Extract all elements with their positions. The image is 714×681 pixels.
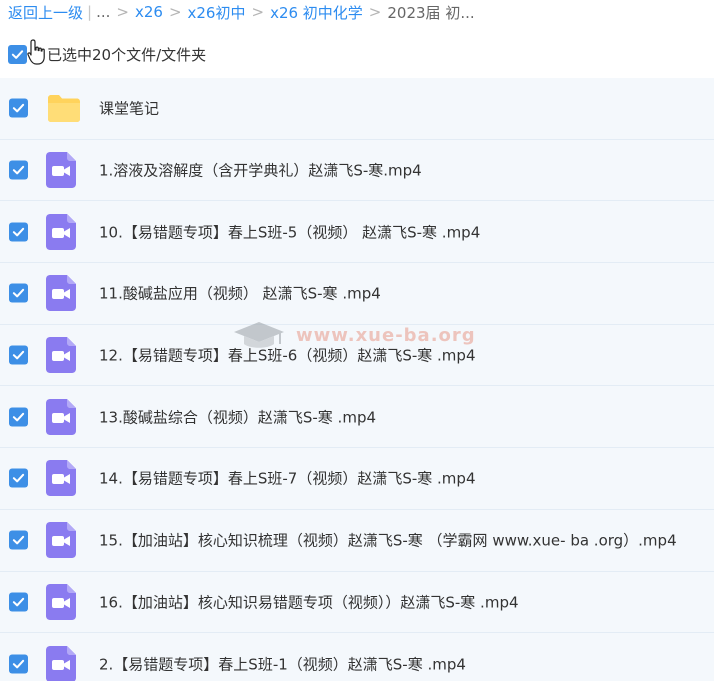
check-icon xyxy=(12,289,25,298)
file-name[interactable]: 15.【加油站】核心知识梳理（视频）赵潇飞S-寒 （学霸网 www.xue- b… xyxy=(99,530,677,551)
check-icon xyxy=(12,597,25,607)
file-row[interactable]: 13.酸碱盐综合（视频）赵潇飞S-寒 .mp4 xyxy=(0,386,714,449)
breadcrumb-item-x26[interactable]: x26 xyxy=(135,3,163,21)
file-row[interactable]: 11.酸碱盐应用（视频） 赵潇飞S-寒 .mp4 xyxy=(0,263,714,325)
file-row[interactable]: 10.【易错题专项】春上S班-5（视频） 赵潇飞S-寒 .mp4 xyxy=(0,201,714,264)
check-icon xyxy=(12,165,25,175)
file-checkbox[interactable] xyxy=(9,468,28,488)
file-name[interactable]: 16.【加油站】核心知识易错题专项（视频））赵潇飞S-寒 .mp4 xyxy=(99,591,519,612)
check-icon xyxy=(12,659,25,668)
file-name[interactable]: 1.溶液及溶解度（含开学典礼）赵潇飞S-寒.mp4 xyxy=(99,160,422,181)
check-icon xyxy=(12,227,25,237)
file-checkbox[interactable] xyxy=(9,222,28,242)
file-row[interactable]: 15.【加油站】核心知识梳理（视频）赵潇飞S-寒 （学霸网 www.xue- b… xyxy=(0,509,714,572)
file-row[interactable]: 2.【易错题专项】春上S班-1（视频）赵潇飞S-寒 .mp4 xyxy=(0,633,714,681)
breadcrumb: 返回上一级 | ... > x26 > x26初中 > x26 初中化学 > 2… xyxy=(8,0,475,24)
file-row[interactable]: 课堂笔记 xyxy=(0,78,714,140)
breadcrumb-separator: > xyxy=(168,3,182,21)
check-icon xyxy=(12,350,25,360)
file-checkbox[interactable] xyxy=(9,283,28,303)
hand-cursor-icon xyxy=(27,39,45,65)
file-checkbox[interactable] xyxy=(9,160,28,180)
file-checkbox[interactable] xyxy=(9,654,28,674)
video-file-icon xyxy=(46,152,76,189)
file-row[interactable]: 16.【加油站】核心知识易错题专项（视频））赵潇飞S-寒 .mp4 xyxy=(0,571,714,634)
select-all-checkbox[interactable] xyxy=(8,44,27,64)
video-file-icon xyxy=(46,337,76,374)
breadcrumb-item-x26-junior[interactable]: x26初中 xyxy=(188,2,246,23)
breadcrumb-item-x26-chemistry[interactable]: x26 初中化学 xyxy=(270,2,363,23)
file-name[interactable]: 14.【易错题专项】春上S班-7（视频）赵潇飞S-寒 .mp4 xyxy=(99,468,475,489)
breadcrumb-current: 2023届 初... xyxy=(387,3,475,22)
back-link[interactable]: 返回上一级 xyxy=(8,2,83,23)
file-name[interactable]: 10.【易错题专项】春上S班-5（视频） 赵潇飞S-寒 .mp4 xyxy=(99,221,480,242)
file-checkbox[interactable] xyxy=(9,345,28,365)
file-row[interactable]: 14.【易错题专项】春上S班-7（视频）赵潇飞S-寒 .mp4 xyxy=(0,448,714,510)
file-checkbox[interactable] xyxy=(9,592,28,612)
video-file-icon xyxy=(46,460,76,497)
breadcrumb-ellipsis[interactable]: ... xyxy=(96,3,110,21)
file-checkbox[interactable] xyxy=(9,530,28,550)
file-checkbox[interactable] xyxy=(9,98,28,118)
video-file-icon xyxy=(46,213,76,250)
file-name[interactable]: 2.【易错题专项】春上S班-1（视频）赵潇飞S-寒 .mp4 xyxy=(99,653,466,674)
check-icon xyxy=(12,412,25,422)
file-row[interactable]: 12.【易错题专项】春上S班-6（视频）赵潇飞S-寒 .mp4 xyxy=(0,324,714,387)
check-icon xyxy=(12,535,25,545)
file-name[interactable]: 课堂笔记 xyxy=(99,98,159,119)
file-list: 课堂笔记 1.溶液及溶解度（含开学典礼）赵潇飞S-寒.mp4 10.【易错题专项】春… xyxy=(0,78,714,681)
video-file-icon xyxy=(46,522,76,559)
video-file-icon xyxy=(46,583,76,620)
breadcrumb-separator: > xyxy=(368,3,382,21)
selection-bar: 已选中20个文件/文件夹 xyxy=(8,39,207,66)
breadcrumb-divider: | xyxy=(87,3,93,21)
video-file-icon xyxy=(46,645,76,681)
video-file-icon xyxy=(46,398,76,435)
check-icon xyxy=(12,104,25,113)
file-checkbox[interactable] xyxy=(9,407,28,427)
file-row[interactable]: 1.溶液及溶解度（含开学典礼）赵潇飞S-寒.mp4 xyxy=(0,139,714,202)
breadcrumb-separator: > xyxy=(116,3,129,21)
check-icon xyxy=(11,49,24,59)
breadcrumb-separator: > xyxy=(251,3,265,21)
video-file-icon xyxy=(46,275,76,312)
selection-count-label: 已选中20个文件/文件夹 xyxy=(47,45,207,64)
folder-icon xyxy=(46,93,82,123)
file-name[interactable]: 13.酸碱盐综合（视频）赵潇飞S-寒 .mp4 xyxy=(99,406,376,427)
check-icon xyxy=(12,474,25,483)
file-name[interactable]: 11.酸碱盐应用（视频） 赵潇飞S-寒 .mp4 xyxy=(99,283,381,304)
file-name[interactable]: 12.【易错题专项】春上S班-6（视频）赵潇飞S-寒 .mp4 xyxy=(99,345,475,366)
